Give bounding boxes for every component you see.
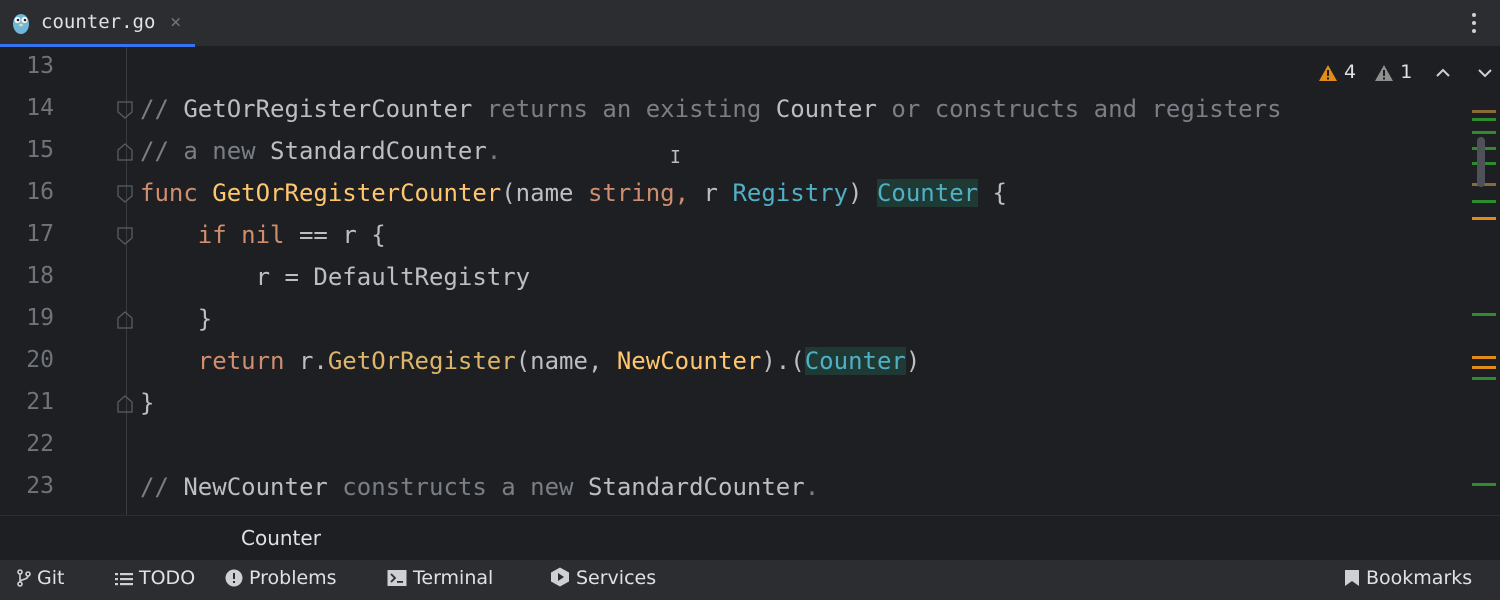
list-icon [115, 573, 133, 586]
code-line[interactable]: 22 [0, 425, 1460, 467]
line-number: 14 [26, 95, 54, 121]
breadcrumb-item[interactable]: Counter [241, 526, 321, 550]
line-number: 22 [26, 431, 54, 457]
tool-window-problems[interactable]: Problems [225, 567, 337, 593]
tool-window-todo[interactable]: TODO [115, 567, 195, 593]
code-line[interactable]: 17 if nil == r { [0, 215, 1460, 257]
gopher-icon [13, 14, 29, 34]
fold-end-icon[interactable] [117, 311, 133, 329]
marker-orange[interactable] [1472, 110, 1496, 113]
code-text: // a new StandardCounter. [140, 137, 502, 165]
code-line[interactable]: 13 [0, 47, 1460, 89]
text-cursor-icon: I [670, 147, 681, 168]
line-number: 16 [26, 179, 54, 205]
editor-scrollbar[interactable] [1477, 137, 1485, 187]
marker-orange[interactable] [1472, 366, 1496, 369]
line-number: 20 [26, 347, 54, 373]
code-text: // GetOrRegisterCounter returns an exist… [140, 95, 1282, 123]
fold-end-icon[interactable] [117, 143, 133, 161]
problems-icon [225, 569, 243, 587]
marker-green[interactable] [1472, 377, 1496, 380]
tab-close-icon[interactable]: × [170, 11, 181, 33]
fold-end-icon[interactable] [117, 395, 133, 413]
tab-filename: counter.go [41, 11, 156, 33]
fold-icon[interactable] [117, 185, 133, 203]
code-line[interactable]: 23 // NewCounter constructs a new Standa… [0, 467, 1460, 509]
code-text: func GetOrRegisterCounter(name string, r… [140, 179, 1008, 207]
marker-orange[interactable] [1472, 356, 1496, 359]
code-line[interactable]: 21 } [0, 383, 1460, 425]
bookmark-icon [1345, 570, 1359, 586]
marker-green[interactable] [1472, 313, 1496, 316]
code-editor[interactable]: 4 1 13 14 // GetOrRegisterCounter return… [0, 47, 1500, 515]
code-text: } [140, 305, 213, 333]
line-number: 18 [26, 263, 54, 289]
line-number: 15 [26, 137, 54, 163]
tool-window-label: TODO [139, 567, 196, 589]
tool-window-services[interactable]: Services [550, 567, 656, 593]
tool-window-label: Git [37, 567, 65, 589]
code-text: if nil == r { [140, 221, 386, 249]
terminal-icon [387, 570, 407, 586]
tab-counter-go[interactable]: counter.go × [0, 0, 195, 47]
line-number: 13 [26, 53, 54, 79]
services-icon [551, 567, 569, 587]
marker-green[interactable] [1472, 483, 1496, 486]
marker-orange[interactable] [1472, 217, 1496, 220]
code-line[interactable]: 16 func GetOrRegisterCounter(name string… [0, 173, 1460, 215]
code-line[interactable]: 20 return r.GetOrRegister(name, NewCount… [0, 341, 1460, 383]
editor-tab-bar: counter.go × [0, 0, 1500, 47]
code-line[interactable]: 19 } [0, 299, 1460, 341]
line-number: 23 [26, 473, 54, 499]
next-highlight-icon[interactable] [1476, 64, 1494, 82]
line-number: 17 [26, 221, 54, 247]
marker-green[interactable] [1472, 118, 1496, 121]
tool-window-label: Terminal [413, 567, 494, 589]
breadcrumb: Counter [0, 515, 1500, 559]
code-text: } [140, 389, 155, 417]
tool-window-bar: Git TODO Problems Terminal Services Book… [0, 559, 1500, 600]
code-line[interactable]: 15 // a new StandardCounter. [0, 131, 1460, 173]
line-number: 21 [26, 389, 54, 415]
fold-icon[interactable] [117, 101, 133, 119]
tool-window-git[interactable]: Git [17, 567, 64, 593]
tool-window-label: Services [576, 567, 657, 589]
marker-green[interactable] [1472, 200, 1496, 203]
tool-window-label: Bookmarks [1366, 567, 1473, 589]
code-text: return r.GetOrRegister(name, NewCounter)… [140, 347, 921, 375]
code-line[interactable]: 14 // GetOrRegisterCounter returns an ex… [0, 89, 1460, 131]
marker-green[interactable] [1472, 131, 1496, 134]
code-line[interactable]: 18 r = DefaultRegistry [0, 257, 1460, 299]
git-branch-icon [17, 569, 31, 587]
more-options-icon[interactable] [1466, 10, 1482, 36]
tool-window-terminal[interactable]: Terminal [387, 567, 493, 593]
code-text: // NewCounter constructs a new StandardC… [140, 473, 820, 501]
tool-window-bookmarks[interactable]: Bookmarks [1344, 567, 1472, 593]
tool-window-label: Problems [249, 567, 337, 589]
fold-icon[interactable] [117, 227, 133, 245]
code-text: r = DefaultRegistry [140, 263, 531, 291]
line-number: 19 [26, 305, 54, 331]
